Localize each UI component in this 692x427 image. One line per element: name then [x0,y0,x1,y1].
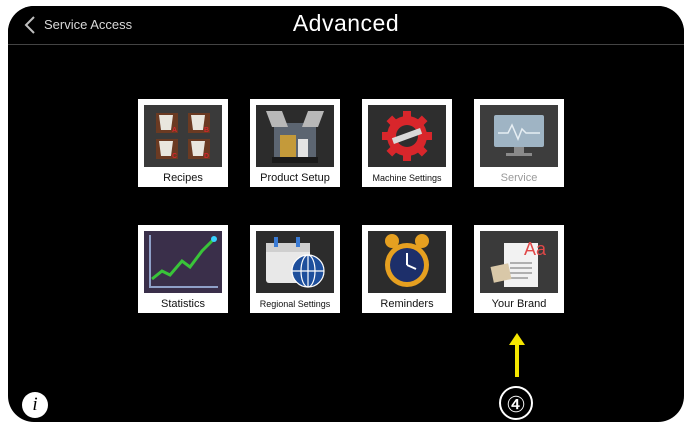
brand-documents-icon: Aa [480,231,558,293]
brand-letters: Aa [524,239,547,259]
tile-label: Machine Settings [372,173,442,183]
tile-reminders[interactable]: Reminders [362,225,452,313]
cup-letter: C [172,153,177,160]
top-bar: Service Access Advanced [8,6,684,45]
tile-your-brand[interactable]: Aa Your Brand [474,225,564,313]
calendar-globe-icon [256,231,334,293]
tile-label: Reminders [380,298,434,310]
info-button[interactable]: i [22,392,48,418]
tile-service[interactable]: Service [474,99,564,187]
arrow-up-icon [509,333,525,377]
cup-letter: A [172,127,177,134]
page-title: Advanced [292,10,400,36]
tile-machine-settings[interactable]: Machine Settings [362,99,452,187]
tile-label: Service [500,172,538,184]
cup-grid-icon: A B C D [144,105,222,167]
tile-label: Regional Settings [259,299,331,309]
tile-label: Product Setup [260,172,330,184]
gear-wrench-icon [368,105,446,167]
cup-letter: B [204,127,209,134]
tile-regional-settings[interactable]: Regional Settings [250,225,340,313]
line-chart-icon [144,231,222,293]
alarm-clock-icon [368,231,446,293]
app-screen: Service Access Advanced A B C D Recipes … [8,6,684,422]
tile-label: Statistics [160,298,205,310]
tile-statistics[interactable]: Statistics [138,225,228,313]
monitor-pulse-icon [480,105,558,167]
tile-label: Your Brand [491,298,547,310]
tile-product-setup[interactable]: Product Setup [250,99,340,187]
cup-letter: D [204,153,209,160]
product-hopper-icon [256,105,334,167]
tile-recipes[interactable]: A B C D Recipes [138,99,228,187]
step-number-badge: ④ [499,386,533,420]
tile-label: Recipes [163,172,203,184]
